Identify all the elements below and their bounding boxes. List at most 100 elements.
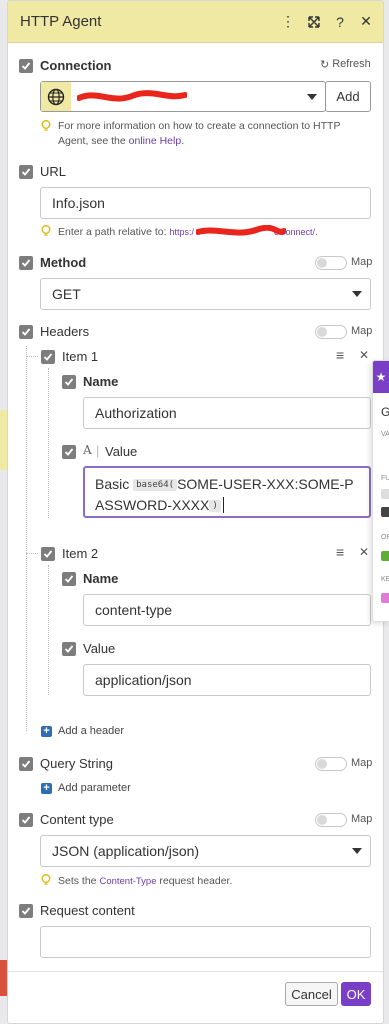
content-type-map-toggle[interactable]: [315, 813, 347, 827]
item1-name-checkbox[interactable]: [62, 375, 76, 389]
panel-header: HTTP Agent ⋮ ? ✕: [8, 1, 383, 43]
method-map-toggle[interactable]: [315, 256, 347, 270]
connection-hint-end: .: [181, 135, 185, 147]
expand-icon[interactable]: [307, 14, 321, 30]
url-label: URL: [40, 164, 67, 179]
headers-map-label: Map: [351, 325, 373, 337]
chevron-down-icon: [352, 848, 362, 854]
chevron-down-icon: [352, 291, 362, 297]
add-parameter-link[interactable]: Add parameter: [58, 782, 131, 794]
online-help-link[interactable]: online Help: [129, 135, 182, 147]
popup-chip-1: [381, 489, 389, 499]
chevron-down-icon: [307, 94, 317, 100]
content-type-select[interactable]: JSON (application/json): [40, 835, 371, 867]
item1-value-checkbox[interactable]: [62, 445, 76, 459]
item2-name-checkbox[interactable]: [62, 572, 76, 586]
popup-line-4: KE: [381, 576, 389, 583]
request-content-input[interactable]: [40, 926, 371, 958]
item2-value-label: Value: [83, 641, 116, 656]
http-agent-logo: [41, 82, 71, 111]
refresh-label: Refresh: [332, 58, 371, 70]
item2-value-input[interactable]: application/json: [83, 664, 371, 696]
connection-label: Connection: [40, 58, 112, 73]
panel-title: HTTP Agent: [20, 13, 102, 30]
separator: |: [96, 443, 100, 458]
content-type-hint-suffix: request header.: [156, 875, 233, 887]
base64-function-chip[interactable]: base64(: [133, 479, 178, 491]
globe-icon: [47, 88, 65, 105]
star-icon[interactable]: ★: [376, 370, 387, 384]
base-url-link-start[interactable]: https:/: [169, 227, 194, 237]
add-header-icon[interactable]: +: [41, 726, 52, 737]
method-checkbox[interactable]: [19, 256, 33, 270]
url-hint-end: .: [315, 226, 318, 238]
item2-title: Item 2: [62, 546, 99, 561]
headers-tree-line: [26, 346, 27, 731]
request-content-label: Request content: [40, 903, 135, 918]
text-type-icon: A: [83, 443, 92, 457]
item2-name-input[interactable]: content-type: [83, 594, 371, 626]
item1-value-label: Value: [105, 444, 138, 459]
add-header-link[interactable]: Add a header: [58, 725, 124, 737]
method-value: GET: [52, 286, 81, 302]
item2-tree-line: [48, 565, 49, 695]
headers-label: Headers: [40, 324, 90, 339]
connection-checkbox[interactable]: [19, 59, 33, 73]
item2-value-checkbox[interactable]: [62, 642, 76, 656]
remove-item-icon[interactable]: ✕: [359, 348, 369, 362]
lightbulb-icon: [41, 120, 51, 131]
item1-name-input[interactable]: Authorization: [83, 397, 371, 429]
function-close-chip[interactable]: ): [209, 500, 221, 512]
content-type-value: JSON (application/json): [52, 843, 200, 859]
redaction-scribble: [196, 225, 286, 236]
connection-select[interactable]: [40, 81, 326, 112]
refresh-button[interactable]: ↻ Refresh: [320, 58, 371, 71]
remove-item-icon[interactable]: ✕: [359, 545, 369, 559]
tree-branch: [26, 553, 38, 554]
help-icon[interactable]: ?: [333, 14, 347, 30]
http-agent-panel: HTTP Agent ⋮ ? ✕ Connection ↻ Refresh Ad…: [7, 0, 384, 1024]
refresh-icon: ↻: [320, 59, 330, 71]
drag-handle-icon[interactable]: ≡: [336, 347, 344, 363]
text-cursor: [222, 497, 224, 513]
close-icon[interactable]: ✕: [359, 13, 373, 30]
url-checkbox[interactable]: [19, 165, 33, 179]
more-icon[interactable]: ⋮: [281, 13, 295, 30]
item1-checkbox[interactable]: [41, 350, 55, 364]
url-input[interactable]: Info.json: [40, 187, 371, 219]
ok-button[interactable]: OK: [341, 982, 371, 1006]
query-string-checkbox[interactable]: [19, 757, 33, 771]
footer-divider: [8, 971, 383, 972]
url-hint-text: Enter a path relative to:: [58, 226, 170, 238]
add-connection-button[interactable]: Add: [325, 81, 371, 112]
popup-chip-2: [381, 507, 389, 517]
query-string-map-toggle[interactable]: [315, 757, 347, 771]
request-content-checkbox[interactable]: [19, 904, 33, 918]
item2-checkbox[interactable]: [41, 547, 55, 561]
lightbulb-icon: [41, 874, 51, 885]
tree-branch: [26, 356, 38, 357]
method-select[interactable]: GET: [40, 278, 371, 310]
content-type-checkbox[interactable]: [19, 813, 33, 827]
content-type-map-label: Map: [351, 813, 373, 825]
popup-line-2: FU: [381, 475, 389, 482]
content-type-link[interactable]: Content-Type: [99, 876, 156, 887]
query-string-map-label: Map: [351, 757, 373, 769]
headers-map-toggle[interactable]: [315, 325, 347, 339]
headers-checkbox[interactable]: [19, 325, 33, 339]
content-type-hint: Sets the Content-Type request header.: [58, 874, 232, 889]
drag-handle-icon[interactable]: ≡: [336, 544, 344, 560]
cancel-button[interactable]: Cancel: [285, 982, 338, 1006]
popup-letter: G: [381, 405, 389, 419]
function-helper-popup[interactable]: ★ G VA FU OP KE: [372, 360, 389, 622]
value-prefix: Basic: [95, 476, 130, 492]
connection-hint-text: For more information on how to create a …: [58, 120, 341, 147]
item1-value-input[interactable]: Basic base64(SOME-USER-XXX:SOME-PASSWORD…: [83, 466, 371, 518]
content-type-hint-prefix: Sets the: [58, 875, 100, 887]
method-label: Method: [40, 255, 87, 270]
connection-hint: For more information on how to create a …: [58, 119, 368, 149]
redaction-scribble: [77, 90, 187, 102]
popup-header-bar: ★: [373, 361, 389, 393]
add-parameter-icon[interactable]: +: [41, 783, 52, 794]
popup-chip-3: [381, 551, 389, 561]
